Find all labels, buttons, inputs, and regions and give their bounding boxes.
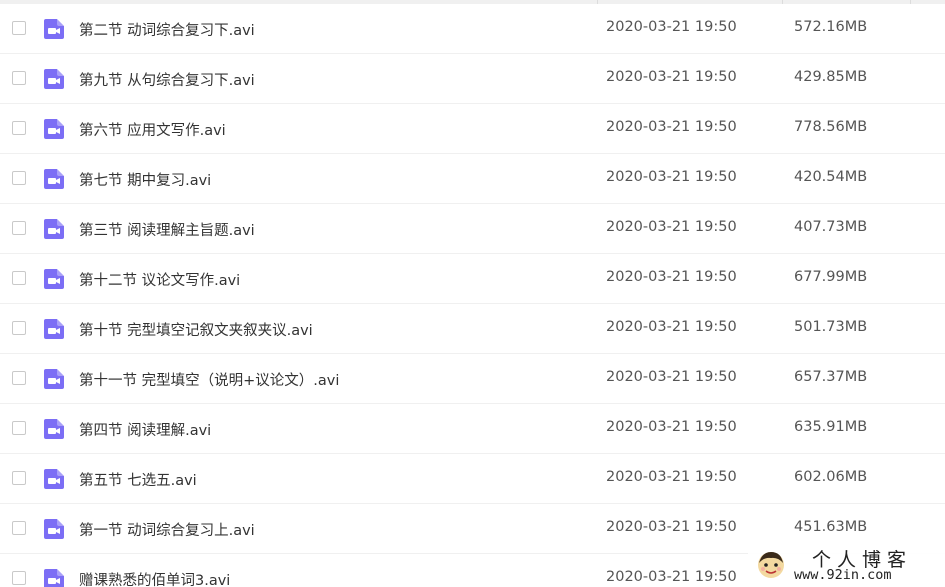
table-row[interactable]: 第十一节 完型填空（说明+议论文）.avi 2020-03-21 19:50 657… (0, 354, 945, 404)
modified-time: 2020-03-21 19:50 (606, 219, 737, 235)
table-row[interactable]: 第六节 应用文写作.avi 2020-03-21 19:50 778.56MB (0, 104, 945, 154)
file-size: 602.06MB (794, 469, 868, 485)
watermark-url: www.92in.com (794, 567, 892, 583)
file-name[interactable]: 第十二节 议论文写作.avi (79, 269, 240, 290)
row-checkbox[interactable] (12, 421, 26, 435)
video-file-icon (44, 119, 64, 139)
file-name[interactable]: 赠课熟悉的佰单词3.avi (79, 569, 230, 587)
modified-time: 2020-03-21 19:50 (606, 569, 737, 585)
file-size: 407.73MB (794, 219, 868, 235)
file-size: 429.85MB (794, 69, 868, 85)
row-checkbox[interactable] (12, 371, 26, 385)
row-checkbox[interactable] (12, 71, 26, 85)
file-size: 420.54MB (794, 169, 868, 185)
table-row[interactable]: 第九节 从句综合复习下.avi 2020-03-21 19:50 429.85MB (0, 54, 945, 104)
table-row[interactable]: 第七节 期中复习.avi 2020-03-21 19:50 420.54MB (0, 154, 945, 204)
file-name[interactable]: 第九节 从句综合复习下.avi (79, 69, 255, 90)
file-name[interactable]: 第十节 完型填空记叙文夹叙夹议.avi (79, 319, 313, 340)
modified-time: 2020-03-21 19:50 (606, 419, 737, 435)
modified-time: 2020-03-21 19:50 (606, 119, 737, 135)
modified-time: 2020-03-21 19:50 (606, 69, 737, 85)
file-name[interactable]: 第四节 阅读理解.avi (79, 419, 211, 440)
table-row[interactable]: 第十二节 议论文写作.avi 2020-03-21 19:50 677.99MB (0, 254, 945, 304)
file-size: 657.37MB (794, 369, 868, 385)
file-name[interactable]: 第五节 七选五.avi (79, 469, 197, 490)
table-row[interactable]: 第五节 七选五.avi 2020-03-21 19:50 602.06MB (0, 454, 945, 504)
video-file-icon (44, 69, 64, 89)
file-name[interactable]: 第二节 动词综合复习下.avi (79, 19, 255, 40)
table-row[interactable]: 第二节 动词综合复习下.avi 2020-03-21 19:50 572.16MB (0, 4, 945, 54)
modified-time: 2020-03-21 19:50 (606, 19, 737, 35)
table-row[interactable]: 第四节 阅读理解.avi 2020-03-21 19:50 635.91MB (0, 404, 945, 454)
file-manager-window: 第二节 动词综合复习下.avi 2020-03-21 19:50 572.16MB 第… (0, 0, 945, 587)
file-name[interactable]: 第三节 阅读理解主旨题.avi (79, 219, 255, 240)
video-file-icon (44, 519, 64, 539)
video-file-icon (44, 19, 64, 39)
row-checkbox[interactable] (12, 21, 26, 35)
file-size: 451.63MB (794, 519, 868, 535)
video-file-icon (44, 269, 64, 289)
file-size: 635.91MB (794, 419, 868, 435)
row-checkbox[interactable] (12, 471, 26, 485)
row-checkbox[interactable] (12, 221, 26, 235)
site-watermark: 个人博客 www.92in.com (748, 544, 945, 587)
video-file-icon (44, 419, 64, 439)
file-size: 501.73MB (794, 319, 868, 335)
modified-time: 2020-03-21 19:50 (606, 319, 737, 335)
file-name[interactable]: 第十一节 完型填空（说明+议论文）.avi (79, 369, 339, 390)
row-checkbox[interactable] (12, 121, 26, 135)
avatar-icon (758, 552, 784, 578)
row-checkbox[interactable] (12, 271, 26, 285)
video-file-icon (44, 169, 64, 189)
file-list: 第二节 动词综合复习下.avi 2020-03-21 19:50 572.16MB 第… (0, 4, 945, 587)
file-size: 677.99MB (794, 269, 868, 285)
video-file-icon (44, 219, 64, 239)
modified-time: 2020-03-21 19:50 (606, 469, 737, 485)
modified-time: 2020-03-21 19:50 (606, 519, 737, 535)
video-file-icon (44, 569, 64, 587)
row-checkbox[interactable] (12, 571, 26, 585)
modified-time: 2020-03-21 19:50 (606, 369, 737, 385)
file-name[interactable]: 第六节 应用文写作.avi (79, 119, 226, 140)
video-file-icon (44, 369, 64, 389)
modified-time: 2020-03-21 19:50 (606, 169, 737, 185)
file-size: 572.16MB (794, 19, 868, 35)
file-name[interactable]: 第一节 动词综合复习上.avi (79, 519, 255, 540)
file-size: 778.56MB (794, 119, 868, 135)
table-row[interactable]: 第三节 阅读理解主旨题.avi 2020-03-21 19:50 407.73MB (0, 204, 945, 254)
row-checkbox[interactable] (12, 521, 26, 535)
modified-time: 2020-03-21 19:50 (606, 269, 737, 285)
file-name[interactable]: 第七节 期中复习.avi (79, 169, 211, 190)
table-row[interactable]: 第十节 完型填空记叙文夹叙夹议.avi 2020-03-21 19:50 501.7… (0, 304, 945, 354)
row-checkbox[interactable] (12, 171, 26, 185)
video-file-icon (44, 469, 64, 489)
row-checkbox[interactable] (12, 321, 26, 335)
video-file-icon (44, 319, 64, 339)
